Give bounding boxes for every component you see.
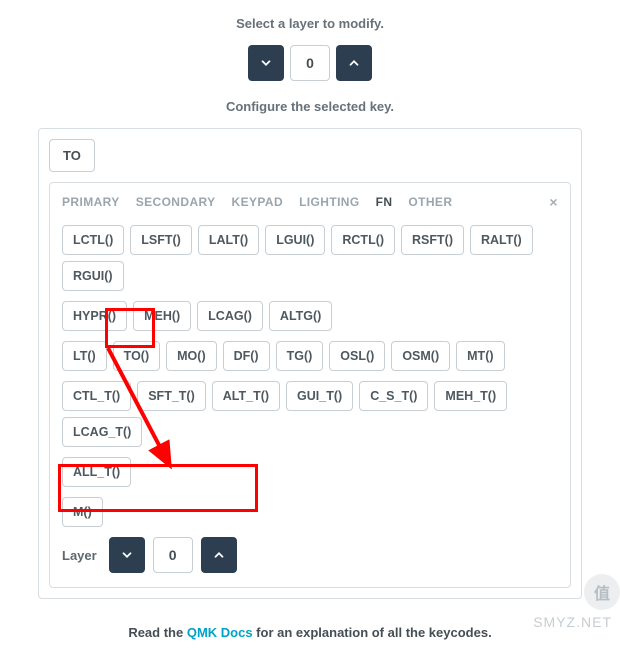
tab-fn[interactable]: FN [376, 195, 393, 209]
keycode-osl[interactable]: OSL() [329, 341, 385, 371]
chevron-up-icon [347, 56, 361, 70]
layer-label: Layer [62, 548, 97, 563]
keycode-rgui[interactable]: RGUI() [62, 261, 124, 291]
layer-up-button[interactable] [201, 537, 237, 573]
keycode-tabs: PRIMARY SECONDARY KEYPAD LIGHTING FN OTH… [62, 195, 558, 209]
keycode-meh[interactable]: MEH() [133, 301, 191, 331]
footer-text: Read the QMK Docs for an explanation of … [0, 625, 620, 640]
keycode-rsft[interactable]: RSFT() [401, 225, 464, 255]
keycode-lgui[interactable]: LGUI() [265, 225, 325, 255]
keycode-lt[interactable]: LT() [62, 341, 107, 371]
keycode-altg[interactable]: ALTG() [269, 301, 332, 331]
keycode-meh-t[interactable]: MEH_T() [434, 381, 507, 411]
keycode-gui-t[interactable]: GUI_T() [286, 381, 353, 411]
layer-down-button[interactable] [109, 537, 145, 573]
keycode-lctl[interactable]: LCTL() [62, 225, 124, 255]
keycode-rctl[interactable]: RCTL() [331, 225, 395, 255]
keycode-mo[interactable]: MO() [166, 341, 216, 371]
keycode-m[interactable]: M() [62, 497, 103, 527]
layer-select-value: 0 [290, 45, 330, 81]
footer-pre: Read the [128, 625, 187, 640]
layer-param-row: Layer 0 [62, 537, 558, 573]
keycode-osm[interactable]: OSM() [391, 341, 450, 371]
chevron-up-icon [212, 548, 226, 562]
keycode-ctl-t[interactable]: CTL_T() [62, 381, 131, 411]
tab-primary[interactable]: PRIMARY [62, 195, 120, 209]
keycode-c-s-t[interactable]: C_S_T() [359, 381, 428, 411]
keycode-alt-t[interactable]: ALT_T() [212, 381, 280, 411]
keycode-picker: PRIMARY SECONDARY KEYPAD LIGHTING FN OTH… [49, 182, 571, 588]
layer-select-up-button[interactable] [336, 45, 372, 81]
watermark-icon: 值 [584, 574, 620, 610]
tab-other[interactable]: OTHER [408, 195, 452, 209]
key-config-panel: TO PRIMARY SECONDARY KEYPAD LIGHTING FN … [38, 128, 582, 599]
layer-value: 0 [153, 537, 193, 573]
keycode-hypr[interactable]: HYPR() [62, 301, 127, 331]
keycode-row: LT() TO() MO() DF() TG() OSL() OSM() MT(… [62, 341, 558, 371]
selected-key-chip[interactable]: TO [49, 139, 95, 172]
keycode-all-t[interactable]: ALL_T() [62, 457, 131, 487]
tab-keypad[interactable]: KEYPAD [232, 195, 284, 209]
chevron-down-icon [259, 56, 273, 70]
keycode-lcag-t[interactable]: LCAG_T() [62, 417, 142, 447]
layer-select-stepper: 0 [0, 45, 620, 81]
keycode-to[interactable]: TO() [113, 341, 160, 371]
keycode-mt[interactable]: MT() [456, 341, 504, 371]
close-icon[interactable]: × [549, 195, 558, 209]
keycode-lsft[interactable]: LSFT() [130, 225, 192, 255]
qmk-docs-link[interactable]: QMK Docs [187, 625, 253, 640]
layer-select-down-button[interactable] [248, 45, 284, 81]
keycode-lcag[interactable]: LCAG() [197, 301, 263, 331]
instruction-configure-key: Configure the selected key. [0, 99, 620, 114]
footer-post: for an explanation of all the keycodes. [253, 625, 492, 640]
keycode-tg[interactable]: TG() [276, 341, 324, 371]
chevron-down-icon [120, 548, 134, 562]
instruction-select-layer: Select a layer to modify. [0, 16, 620, 31]
watermark-text: SMYZ.NET [533, 614, 612, 630]
tab-secondary[interactable]: SECONDARY [136, 195, 216, 209]
keycode-row: M() [62, 497, 558, 527]
keycode-ralt[interactable]: RALT() [470, 225, 533, 255]
tab-lighting[interactable]: LIGHTING [299, 195, 360, 209]
keycode-sft-t[interactable]: SFT_T() [137, 381, 206, 411]
keycode-row: LCTL() LSFT() LALT() LGUI() RCTL() RSFT(… [62, 225, 558, 291]
keycode-row: HYPR() MEH() LCAG() ALTG() [62, 301, 558, 331]
keycode-df[interactable]: DF() [223, 341, 270, 371]
keycode-lalt[interactable]: LALT() [198, 225, 259, 255]
keycode-row: ALL_T() [62, 457, 558, 487]
keycode-row: CTL_T() SFT_T() ALT_T() GUI_T() C_S_T() … [62, 381, 558, 447]
